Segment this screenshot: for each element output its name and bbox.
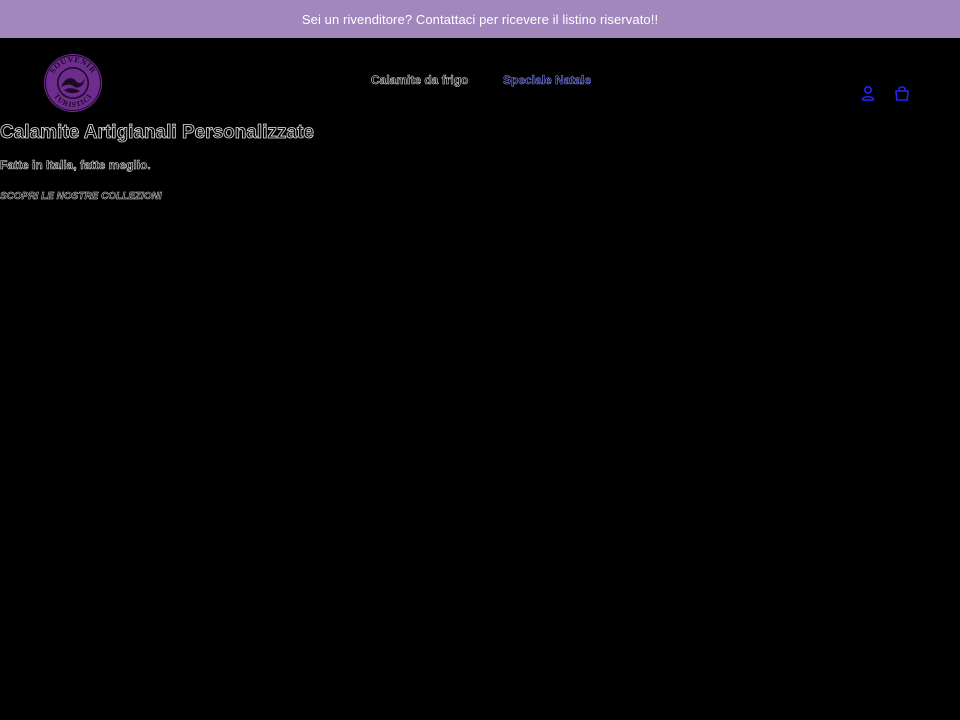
nav-item-speciale-natale[interactable]: Speciale Natale [503,73,592,88]
account-button[interactable] [859,84,877,102]
announcement-bar: Sei un rivenditore? Contattaci per ricev… [0,0,960,38]
logo-seal-icon: SOUVENIR TURISTICI [44,54,102,112]
announcement-text: Sei un rivenditore? Contattaci per ricev… [301,11,659,27]
hero-title: Calamite Artigianali Personalizzate [0,122,314,144]
hero-cta-link[interactable]: SCOPRI LE NOSTRE COLLEZIONI [0,191,162,203]
nav-item-calamite[interactable]: Calamite da frigo [371,73,469,88]
account-icon [861,85,875,101]
store-logo[interactable]: SOUVENIR TURISTICI [42,52,104,114]
cart-button[interactable] [893,84,911,102]
hero-subtitle: Fatte in Italia, fatte meglio. [0,158,151,173]
site-header: SOUVENIR TURISTICI Calamite da frigo Spe… [0,38,960,122]
cart-icon [895,86,909,101]
